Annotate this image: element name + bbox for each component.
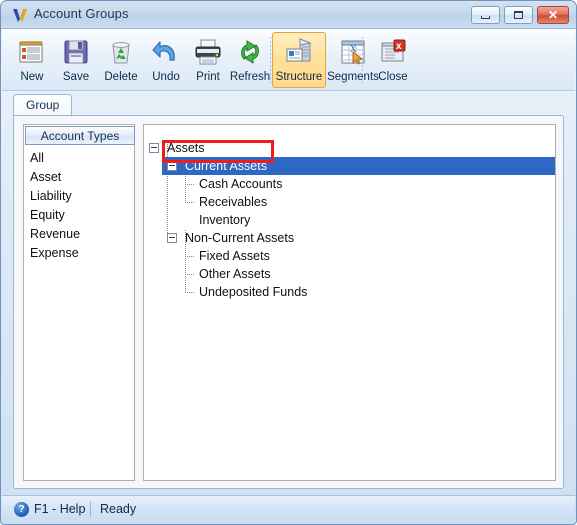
tree-node-label: Assets (167, 141, 205, 155)
v-logo-icon (13, 9, 27, 22)
account-types-header[interactable]: Account Types (25, 126, 135, 145)
account-type-equity[interactable]: Equity (27, 206, 133, 223)
account-type-all[interactable]: All (27, 149, 133, 166)
collapse-icon[interactable] (149, 143, 159, 153)
structure-button[interactable]: Structure (272, 32, 326, 88)
new-button[interactable]: New (10, 32, 54, 88)
toolbar: New Save Delete Undo Print Refresh Struc… (2, 29, 575, 91)
collapse-icon[interactable] (167, 233, 177, 243)
account-type-liability[interactable]: Liability (27, 187, 133, 204)
window-title: Account Groups (34, 6, 129, 21)
tree-node-label: Undeposited Funds (199, 285, 308, 299)
printer-icon (192, 36, 224, 68)
toolbar-separator (270, 37, 271, 83)
tree-node-fixed-assets[interactable]: Fixed Assets (144, 247, 555, 265)
tree-node-label: Current Assets (185, 159, 267, 173)
segments-icon: X (337, 36, 369, 68)
structure-icon (283, 36, 315, 68)
save-button[interactable]: Save (54, 32, 98, 88)
refresh-button-label: Refresh (229, 71, 271, 83)
restore-icon (505, 7, 532, 23)
tree-node-undeposited-funds[interactable]: Undeposited Funds (144, 283, 555, 301)
tree-node-assets[interactable]: Assets (144, 139, 555, 157)
floppy-disk-icon (60, 36, 92, 68)
status-label: Ready (100, 502, 137, 516)
account-type-expense[interactable]: Expense (27, 244, 133, 261)
refresh-button[interactable]: Refresh (224, 32, 276, 88)
close-button[interactable]: ✕ (537, 6, 569, 24)
account-groups-tree[interactable]: Assets Current Assets Cash Accounts Rece… (143, 124, 556, 481)
account-groups-window: Account Groups ✕ New Save Delete Undo Pr… (0, 0, 577, 525)
account-type-asset[interactable]: Asset (27, 168, 133, 185)
new-button-label: New (20, 71, 44, 83)
tree-node-label: Fixed Assets (199, 249, 270, 263)
refresh-icon (234, 36, 266, 68)
account-types-panel: Account Types All Asset Liability Equity… (23, 124, 135, 481)
toolbar-separator-2 (362, 37, 363, 83)
tree-node-other-assets[interactable]: Other Assets (144, 265, 555, 283)
status-bar: ? F1 - Help Ready (2, 495, 575, 523)
tree-node-label: Receivables (199, 195, 268, 209)
close-icon: ✕ (547, 8, 559, 22)
close-window-icon: x (377, 36, 409, 68)
tree-node-non-current-assets[interactable]: Non-Current Assets (144, 229, 555, 247)
undo-button-label: Undo (152, 71, 180, 83)
close-toolbar-button-label: Close (378, 71, 408, 83)
print-button-label: Print (196, 71, 220, 83)
save-button-label: Save (62, 71, 90, 83)
group-tab-panel: Account Types All Asset Liability Equity… (13, 115, 564, 489)
tree-node-label: Other Assets (199, 267, 271, 281)
tree-node-label: Cash Accounts (199, 177, 283, 191)
tree-node-inventory[interactable]: Inventory (144, 211, 555, 229)
minimize-button[interactable] (471, 6, 500, 24)
minimize-icon (472, 7, 499, 23)
delete-button[interactable]: Delete (98, 32, 144, 88)
recycle-bin-icon (105, 36, 137, 68)
structure-button-label: Structure (275, 71, 323, 83)
help-icon[interactable]: ? (14, 502, 29, 517)
delete-button-label: Delete (104, 71, 138, 83)
maximize-button[interactable] (504, 6, 533, 24)
undo-button[interactable]: Undo (144, 32, 188, 88)
tree-node-label: Inventory (199, 213, 251, 227)
title-bar: Account Groups ✕ (1, 1, 576, 29)
new-document-icon (16, 36, 48, 68)
tree-node-label: Non-Current Assets (185, 231, 295, 245)
account-type-revenue[interactable]: Revenue (27, 225, 133, 242)
tab-strip: Group (13, 94, 564, 116)
close-toolbar-button[interactable]: x Close (370, 32, 416, 88)
collapse-icon[interactable] (167, 161, 177, 171)
status-separator (90, 501, 91, 517)
print-button[interactable]: Print (188, 32, 228, 88)
tree-node-current-assets[interactable]: Current Assets (144, 157, 555, 175)
undo-arrow-icon (150, 36, 182, 68)
tree-node-cash-accounts[interactable]: Cash Accounts (144, 175, 555, 193)
svg-text:x: x (396, 41, 402, 52)
tree-node-receivables[interactable]: Receivables (144, 193, 555, 211)
tab-group[interactable]: Group (13, 94, 73, 116)
help-label[interactable]: F1 - Help (34, 502, 85, 516)
